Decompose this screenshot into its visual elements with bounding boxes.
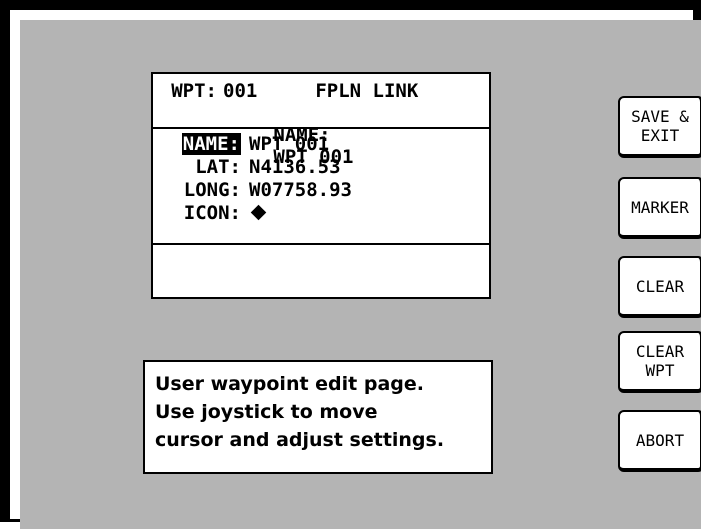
softkey-label-line1: MARKER bbox=[631, 197, 689, 217]
help-text-box: User waypoint edit page. Use joystick to… bbox=[143, 360, 493, 474]
marker-button[interactable]: MARKER bbox=[618, 177, 701, 239]
softkey-label-line1: CLEAR bbox=[635, 276, 685, 296]
softkey-label-line2: EXIT bbox=[640, 126, 680, 145]
abort-button[interactable]: ABORT bbox=[618, 410, 701, 472]
softkey-label-line1: ABORT bbox=[635, 430, 685, 450]
name-field-value[interactable]: WPT 001 bbox=[249, 133, 329, 156]
wpt-number: 001 bbox=[223, 80, 258, 102]
display-bezel: WPT: 001 FPLN LINK NAME: WPT 001 NAME: W… bbox=[0, 0, 701, 529]
name-field[interactable]: NAME: WPT 001 bbox=[155, 133, 489, 156]
save-and-exit-button[interactable]: SAVE & EXIT bbox=[618, 96, 701, 158]
waypoint-fields: NAME: WPT 001 LAT: N4136.53 LONG: W07758… bbox=[153, 129, 489, 225]
lat-field-value[interactable]: N4136.53 bbox=[249, 156, 341, 179]
display-screen: WPT: 001 FPLN LINK NAME: WPT 001 NAME: W… bbox=[20, 20, 701, 529]
clear-wpt-button[interactable]: CLEAR WPT bbox=[618, 331, 701, 393]
clear-button[interactable]: CLEAR bbox=[618, 256, 701, 318]
panel-divider bbox=[153, 243, 489, 245]
icon-field[interactable]: ICON: bbox=[155, 202, 489, 225]
softkey-label-line1: SAVE & bbox=[631, 107, 689, 126]
help-line-2: Use joystick to move bbox=[155, 401, 378, 423]
icon-field-value[interactable] bbox=[249, 202, 267, 225]
name-field-label-cursor[interactable]: NAME: bbox=[181, 133, 241, 155]
long-field[interactable]: LONG: W07758.93 bbox=[155, 179, 489, 202]
fpln-link-label: FPLN LINK bbox=[315, 80, 419, 102]
waypoint-edit-panel: WPT: 001 FPLN LINK NAME: WPT 001 NAME: W… bbox=[151, 72, 491, 299]
long-field-label: LONG: bbox=[183, 179, 241, 201]
lat-field-label: LAT: bbox=[195, 156, 241, 178]
help-line-3: cursor and adjust settings. bbox=[155, 429, 445, 451]
lat-field[interactable]: LAT: N4136.53 bbox=[155, 156, 489, 179]
long-field-value[interactable]: W07758.93 bbox=[249, 179, 352, 202]
waypoint-header: WPT: 001 FPLN LINK NAME: WPT 001 bbox=[153, 74, 489, 168]
softkey-label-line2: WPT bbox=[645, 361, 675, 380]
softkey-label-line1: CLEAR bbox=[635, 342, 685, 361]
help-line-1: User waypoint edit page. bbox=[155, 373, 424, 395]
waypoint-id-row: WPT: 001 FPLN LINK bbox=[159, 80, 489, 102]
icon-field-label: ICON: bbox=[183, 202, 241, 224]
wpt-label: WPT: bbox=[171, 80, 217, 102]
diamond-icon bbox=[250, 204, 267, 221]
